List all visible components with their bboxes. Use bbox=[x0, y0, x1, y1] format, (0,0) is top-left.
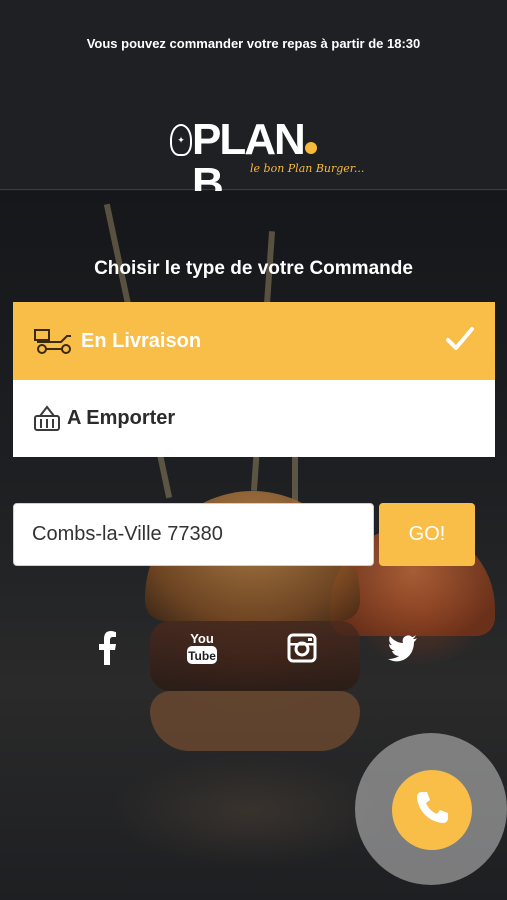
logo-tagline: le bon Plan Burger... bbox=[250, 162, 365, 175]
svg-text:You: You bbox=[190, 631, 214, 646]
call-button[interactable] bbox=[392, 770, 472, 850]
twitter-icon[interactable] bbox=[382, 628, 422, 668]
delivery-scooter-icon bbox=[33, 326, 75, 356]
option-takeaway[interactable]: A Emporter bbox=[13, 380, 495, 457]
phone-icon bbox=[413, 789, 451, 832]
basket-icon bbox=[33, 404, 61, 434]
burger-bun bbox=[150, 691, 360, 751]
order-type-options: En Livraison A Emporter bbox=[13, 302, 495, 457]
social-links: You Tube bbox=[0, 628, 507, 668]
logo-emblem-icon: ✦ bbox=[170, 124, 192, 156]
facebook-icon[interactable] bbox=[87, 628, 127, 668]
opening-notice: Vous pouvez commander votre repas à part… bbox=[86, 36, 421, 51]
go-button[interactable]: GO! bbox=[379, 503, 475, 566]
svg-text:Tube: Tube bbox=[188, 649, 216, 663]
address-form: GO! bbox=[13, 503, 475, 566]
address-input[interactable] bbox=[13, 503, 374, 566]
checkmark-icon bbox=[445, 324, 475, 354]
plan-b-logo: ✦ PLANB le bon Plan Burger... bbox=[170, 118, 364, 206]
youtube-icon[interactable]: You Tube bbox=[182, 628, 222, 668]
option-delivery-label: En Livraison bbox=[81, 329, 202, 352]
top-bar: Vous pouvez commander votre repas à part… bbox=[0, 0, 507, 206]
instagram-icon[interactable] bbox=[282, 628, 322, 668]
option-delivery[interactable]: En Livraison bbox=[13, 302, 495, 380]
option-takeaway-label: A Emporter bbox=[67, 407, 176, 429]
order-type-heading: Choisir le type de votre Commande bbox=[94, 258, 413, 279]
